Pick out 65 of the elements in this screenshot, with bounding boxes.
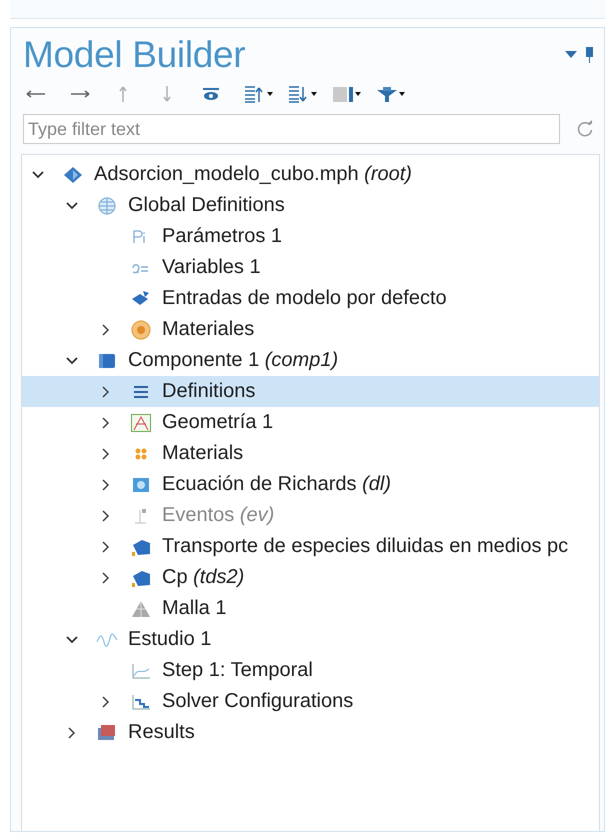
tree-item[interactable]: Global Definitions bbox=[22, 190, 599, 221]
tree-item[interactable]: Estudio 1 bbox=[22, 624, 599, 655]
tree-label: Estudio 1 bbox=[128, 628, 212, 651]
tree-item[interactable]: Cp (tds2) bbox=[22, 562, 599, 593]
tree-label: Materials bbox=[162, 442, 244, 465]
tree-item[interactable]: Materiales bbox=[22, 314, 599, 345]
chevron-right-icon[interactable] bbox=[102, 572, 110, 584]
tree-item[interactable]: Solver Configurations bbox=[22, 686, 599, 717]
refresh-icon[interactable] bbox=[576, 120, 594, 138]
tree-label: Cp (tds2) bbox=[162, 566, 244, 589]
tree-item[interactable]: Ecuación de Richards (dl) bbox=[22, 469, 599, 500]
tree-item[interactable]: Variables 1 bbox=[22, 252, 599, 283]
tree-label: Global Definitions bbox=[128, 194, 285, 217]
chevron-down-icon[interactable] bbox=[32, 170, 44, 178]
tree-item[interactable]: Parámetros 1 bbox=[22, 221, 599, 252]
chevron-right-icon[interactable] bbox=[102, 416, 110, 428]
columns-icon[interactable] bbox=[331, 84, 361, 104]
chevron-right-icon[interactable] bbox=[102, 696, 110, 708]
tree-label: Solver Configurations bbox=[162, 690, 354, 713]
panel-title: Model Builder bbox=[23, 34, 246, 76]
tree-label: Entradas de modelo por defecto bbox=[162, 287, 447, 310]
tree-label: Eventos (ev) bbox=[162, 504, 274, 527]
results-icon bbox=[96, 722, 118, 742]
chevron-right-icon[interactable] bbox=[102, 478, 110, 490]
diamond-icon bbox=[62, 164, 84, 184]
triangle-icon bbox=[130, 598, 152, 618]
tree-item[interactable]: Malla 1 bbox=[22, 593, 599, 624]
chevron-down-icon[interactable] bbox=[66, 636, 78, 644]
tree-item[interactable]: Materials bbox=[22, 438, 599, 469]
globe-icon bbox=[96, 196, 118, 216]
materials-icon bbox=[130, 320, 152, 340]
tree-item[interactable]: Entradas de modelo por defecto bbox=[22, 283, 599, 314]
tree-label: Ecuación de Richards (dl) bbox=[162, 473, 391, 496]
chevron-down-icon[interactable] bbox=[66, 202, 78, 210]
chevron-right-icon[interactable] bbox=[102, 540, 110, 552]
tree-label: Adsorcion_modelo_cubo.mph (root) bbox=[94, 163, 412, 186]
chevron-right-icon[interactable] bbox=[102, 448, 110, 460]
tree-item[interactable]: Definitions bbox=[22, 376, 599, 407]
chevron-right-icon[interactable] bbox=[68, 726, 76, 738]
tree-item[interactable]: Geometría 1 bbox=[22, 407, 599, 438]
collapse-icon[interactable] bbox=[287, 84, 317, 104]
tree-item[interactable]: Componente 1 (comp1) bbox=[22, 345, 599, 376]
expand-icon[interactable] bbox=[243, 84, 273, 104]
tree-item[interactable]: Step 1: Temporal bbox=[22, 655, 599, 686]
tree-label: Transporte de especies diluidas en medios pc bbox=[162, 535, 568, 558]
tree-label: Variables 1 bbox=[162, 256, 261, 279]
tree-label: Results bbox=[128, 721, 195, 744]
tree-label: Geometría 1 bbox=[162, 411, 274, 434]
tree-label: Malla 1 bbox=[162, 597, 226, 620]
caret-icon[interactable] bbox=[565, 51, 577, 59]
geometry-icon bbox=[130, 412, 152, 432]
tree-label: Step 1: Temporal bbox=[162, 659, 313, 682]
chevron-down-icon[interactable] bbox=[66, 356, 78, 364]
pin-icon[interactable] bbox=[585, 47, 594, 63]
tree-label: Materiales bbox=[162, 318, 254, 341]
tree-label: Componente 1 (comp1) bbox=[128, 349, 338, 372]
tree-label: Parámetros 1 bbox=[162, 225, 282, 248]
filter-icon[interactable] bbox=[375, 84, 405, 104]
tree-item[interactable]: Results bbox=[22, 717, 599, 748]
tree-item[interactable]: Transporte de especies diluidas en medios pc bbox=[22, 531, 599, 562]
filter-field[interactable]: Type filter text bbox=[23, 114, 560, 144]
chevron-right-icon[interactable] bbox=[102, 324, 110, 336]
tree-label: Definitions bbox=[162, 380, 256, 403]
tree-item[interactable]: Adsorcion_modelo_cubo.mph (root) bbox=[22, 159, 599, 190]
chevron-right-icon[interactable] bbox=[102, 386, 110, 398]
